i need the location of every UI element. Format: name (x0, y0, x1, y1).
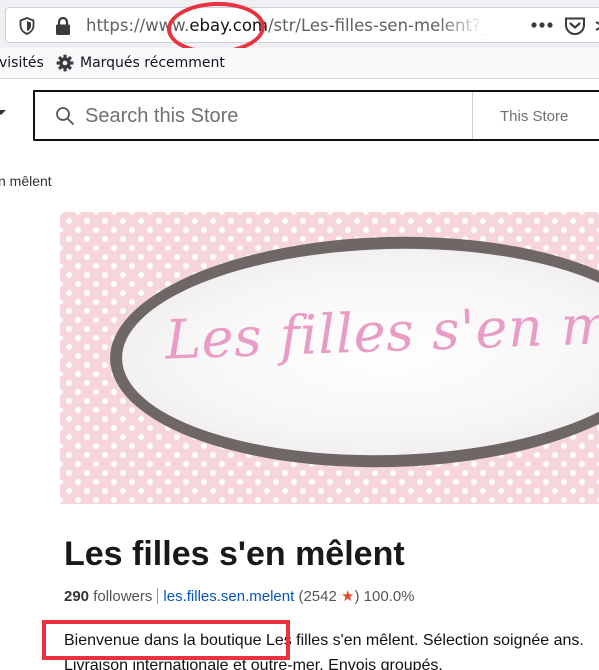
search-divider (472, 92, 473, 139)
bookmark-star-icon[interactable] (594, 19, 599, 33)
followers-label: followers (93, 588, 153, 605)
bookmark-recently-bookmarked[interactable]: Marqués récemment (80, 55, 225, 71)
tracking-protection-shield-icon[interactable] (19, 17, 35, 35)
browser-toolbar: https://www.ebay.com/str/Les-filles-sen-… (0, 0, 599, 56)
chevron-down-icon[interactable] (0, 108, 6, 118)
breadcrumb[interactable]: n mêlent (0, 173, 52, 189)
search-icon (56, 107, 74, 125)
url-text[interactable]: https://www.ebay.com/str/Les-filles-sen-… (86, 16, 486, 38)
stats-divider (157, 588, 159, 604)
url-path: /str/Les-filles-sen-melent?_trk (268, 16, 486, 35)
search-input[interactable] (85, 100, 465, 132)
store-stats: 290 followers les.filles.sen.melent (2542… (64, 587, 415, 605)
store-search-box: This Store (33, 90, 599, 141)
seller-username-link[interactable]: les.filles.sen.melent (163, 588, 294, 605)
welcome-highlight-annotation (42, 620, 290, 660)
bookmarks-toolbar: visités Marqués récemment (0, 48, 599, 79)
address-bar[interactable]: https://www.ebay.com/str/Les-filles-sen-… (5, 7, 599, 43)
page-actions-more-icon[interactable] (530, 20, 554, 30)
gear-icon[interactable] (56, 54, 74, 72)
search-scope-select[interactable]: This Store (500, 108, 568, 125)
followers-count: 290 (64, 588, 90, 605)
page-title: Les filles s'en mêlent (64, 535, 405, 573)
feedback-open: (2542 (298, 588, 337, 605)
pocket-icon[interactable] (564, 16, 586, 36)
feedback-close: ) (354, 588, 360, 605)
bookmark-most-visited[interactable]: visités (0, 55, 44, 71)
positive-feedback: 100.0% (363, 588, 415, 605)
store-banner: Les filles s'en mêlent! (60, 212, 599, 504)
lock-icon[interactable] (53, 16, 73, 36)
feedback-star-icon: ★ (341, 588, 355, 605)
